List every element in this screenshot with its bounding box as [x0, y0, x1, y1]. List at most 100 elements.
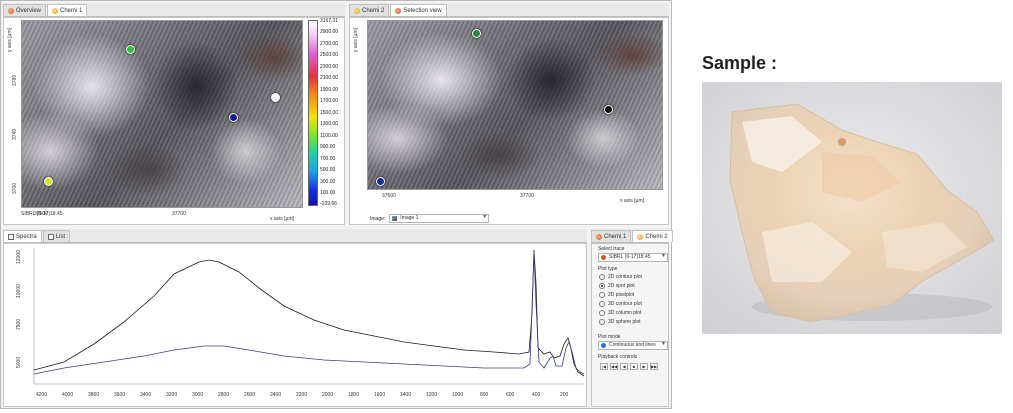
y-tick: 7500	[16, 319, 22, 330]
tab-control-chemi-1[interactable]: Chemi 1	[591, 230, 632, 242]
x-tick: 3400	[140, 392, 151, 398]
measurement-spot[interactable]	[376, 177, 385, 186]
color-scale-tick: 300.00	[320, 179, 336, 185]
radio-button[interactable]	[599, 310, 605, 316]
plot-control-panel: Select trace SIBRL (6-17)18.45 Plot type…	[591, 243, 669, 407]
left-chemical-map[interactable]	[21, 20, 303, 208]
select-trace-label: Select trace	[598, 246, 625, 252]
x-ticks: 4200 4000 3800 3600 3400 3200 3000 2800 …	[36, 392, 569, 398]
trace-icon	[601, 255, 606, 260]
tab-label: Chemi 2	[645, 233, 668, 240]
measurement-spot[interactable]	[604, 105, 613, 114]
plot-mode-label: Plot mode	[598, 334, 621, 340]
plot-type-option[interactable]: 2D spot plot	[599, 283, 635, 289]
play-button[interactable]: ▶	[640, 363, 648, 370]
tab-control-chemi-2[interactable]: Chemi 2	[632, 230, 673, 242]
analysis-app-window: Overview Chemi 1 y axis [µm] 3780 3740 3…	[0, 0, 673, 409]
plot-type-option[interactable]: 3D column plot	[599, 310, 641, 316]
fast-forward-button[interactable]: ▶▶	[650, 363, 658, 370]
mode-icon	[601, 343, 606, 348]
tab-chemi-2[interactable]: Chemi 2	[349, 4, 390, 16]
plot-type-option[interactable]: 2D pixelplot	[599, 292, 634, 298]
left-map-panel: y axis [µm] 3780 3740 3700 3167.31 2900.…	[3, 17, 345, 225]
x-tick: 3000	[192, 392, 203, 398]
plot-type-option[interactable]: 3D sphere plot	[599, 319, 641, 325]
spectrum-trace-blue	[33, 251, 585, 375]
plot-type-option[interactable]: 2D contour plot	[599, 274, 642, 280]
x-axis-label: x axis [µm]	[620, 198, 644, 204]
playback-controls: |◀ ◀◀ ◀ ■ ▶ ▶▶	[600, 363, 666, 371]
color-scale-tick: 1900.00	[320, 87, 339, 93]
x-tick: 1600	[374, 392, 385, 398]
option-label: 3D contour plot	[608, 301, 642, 307]
overview-icon	[8, 7, 14, 14]
tab-spectra[interactable]: Spectra	[3, 230, 42, 242]
select-trace-dropdown[interactable]: SIBRL (6-17)18.45	[598, 253, 668, 262]
color-scale-tick: 3167.31	[320, 18, 339, 24]
plot-type-option[interactable]: 3D contour plot	[599, 301, 642, 307]
first-frame-button[interactable]: |◀	[600, 363, 608, 370]
x-tick: 4200	[36, 392, 47, 398]
option-label: 2D contour plot	[608, 274, 642, 280]
sample-title: Sample :	[702, 53, 778, 73]
tab-overview[interactable]: Overview	[3, 4, 47, 16]
x-tick: 37600	[34, 211, 48, 217]
spectrum-trace-black	[33, 249, 585, 377]
image-dropdown[interactable]: Image 1	[389, 214, 490, 223]
spectra-icon	[8, 233, 14, 240]
selection-map[interactable]	[367, 20, 663, 190]
tab-list[interactable]: List	[42, 230, 71, 242]
tab-label: Spectra	[16, 233, 37, 240]
radio-button[interactable]	[599, 319, 605, 325]
option-label: 3D column plot	[608, 310, 642, 316]
color-scale-tick: 1100.00	[320, 133, 338, 139]
measurement-spot[interactable]	[472, 29, 481, 38]
color-scale-tick: 2500.00	[320, 52, 339, 58]
stop-button[interactable]: ■	[630, 363, 638, 370]
option-label: 2D spot plot	[608, 283, 635, 289]
radio-button[interactable]	[599, 292, 605, 298]
x-tick: 2400	[270, 392, 281, 398]
plot-mode-value: Continuous and lines	[609, 342, 656, 348]
color-scale-tick: -109.66	[320, 201, 337, 207]
rewind-button[interactable]: ◀◀	[610, 363, 618, 370]
x-tick: 1400	[400, 392, 411, 398]
x-tick: 37600	[382, 193, 396, 199]
x-tick: 800	[480, 392, 489, 398]
radio-button[interactable]	[599, 301, 605, 307]
y-axis-label: y axis [µm]	[353, 28, 359, 52]
color-scale-tick: 100.00	[320, 190, 336, 196]
measurement-spot[interactable]	[126, 45, 135, 54]
color-scale-tick: 2900.00	[320, 29, 339, 35]
measurement-spot[interactable]	[44, 177, 53, 186]
x-tick: 600	[506, 392, 515, 398]
step-back-button[interactable]: ◀	[620, 363, 628, 370]
plot-mode-dropdown[interactable]: Continuous and lines	[598, 341, 668, 350]
tab-chemi-1[interactable]: Chemi 1	[47, 4, 88, 16]
radio-button[interactable]	[599, 283, 605, 289]
color-scale-tick: 2700.00	[320, 41, 339, 47]
sample-rock-image	[702, 82, 1002, 334]
x-tick: 2800	[218, 392, 229, 398]
measurement-spot[interactable]	[271, 93, 280, 102]
x-tick: 3800	[88, 392, 99, 398]
bottom-tab-bar: Spectra List	[3, 229, 587, 243]
color-scale-tick: 1700.00	[320, 98, 339, 104]
sample-photo	[702, 82, 1002, 334]
y-tick: 10000	[16, 284, 22, 298]
spectra-panel[interactable]: 12000 10000 7500 5000 4200 4000 3800 360…	[3, 243, 587, 407]
option-label: 2D pixelplot	[608, 292, 635, 298]
y-tick: 5000	[16, 357, 22, 368]
left-tab-bar: Overview Chemi 1	[3, 3, 345, 17]
x-tick: 400	[532, 392, 541, 398]
tab-label: Selection view	[403, 7, 442, 14]
tab-label: Overview	[16, 7, 42, 14]
selection-icon	[395, 7, 402, 14]
tab-selection-view[interactable]: Selection view	[390, 4, 447, 16]
chemi-icon	[596, 233, 602, 240]
x-tick: 37700	[172, 211, 186, 217]
radio-button[interactable]	[599, 274, 605, 280]
color-scale-tick: 900.00	[320, 144, 336, 150]
measurement-spot[interactable]	[229, 113, 238, 122]
x-axis-label: x axis [µm]	[270, 216, 294, 222]
